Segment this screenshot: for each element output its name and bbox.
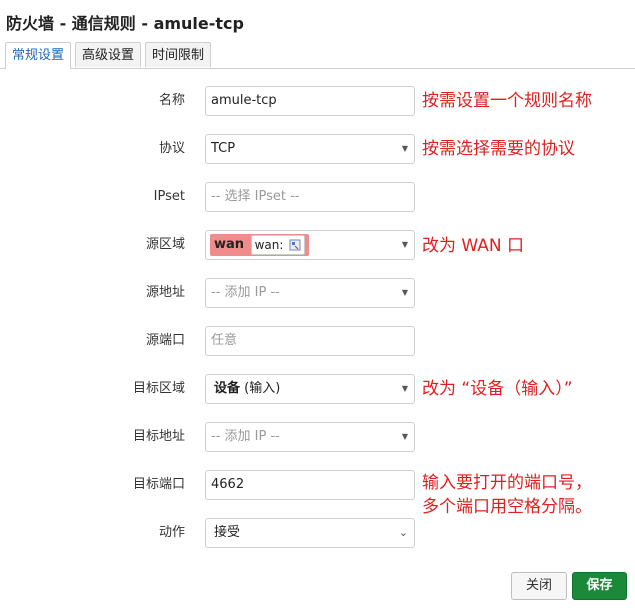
src-port-label: 源端口 bbox=[145, 333, 185, 348]
chevron-down-icon: ▼ bbox=[401, 240, 408, 249]
dest-zone-sub: (输入) bbox=[244, 381, 281, 396]
zone-name: wan bbox=[214, 237, 245, 252]
src-addr-select[interactable]: -- 添加 IP -- ▼ bbox=[205, 278, 415, 308]
action-label: 动作 bbox=[158, 525, 185, 540]
note-protocol: 按需选择需要的协议 bbox=[422, 139, 575, 159]
tab-time-restriction[interactable]: 时间限制 bbox=[145, 42, 212, 67]
save-button[interactable]: 保存 bbox=[572, 572, 627, 600]
note-src-zone: 改为 WAN 口 bbox=[422, 236, 525, 256]
dest-port-label: 目标端口 bbox=[132, 477, 185, 492]
network-icon bbox=[289, 239, 301, 251]
ipset-select[interactable]: -- 选择 IPset -- bbox=[205, 182, 415, 212]
zone-interface-label: wan: bbox=[254, 238, 284, 252]
protocol-value: TCP bbox=[211, 141, 236, 156]
chevron-down-icon: ▼ bbox=[401, 288, 408, 297]
dest-port-value: 4662 bbox=[211, 477, 245, 492]
chevron-down-icon: ▼ bbox=[401, 144, 408, 153]
note-dest-port-line1: 输入要打开的端口号， bbox=[422, 473, 592, 493]
tab-bar: 常规设置 高级设置 时间限制 bbox=[0, 42, 635, 69]
src-addr-placeholder: -- 添加 IP -- bbox=[211, 285, 280, 300]
src-zone-select[interactable]: wan wan: ▼ bbox=[205, 230, 415, 260]
tab-general[interactable]: 常规设置 bbox=[5, 42, 72, 69]
name-label: 名称 bbox=[158, 93, 185, 108]
src-port-placeholder: 任意 bbox=[211, 333, 238, 348]
protocol-label: 协议 bbox=[158, 141, 185, 156]
src-port-input[interactable]: 任意 bbox=[205, 326, 415, 356]
name-value: amule-tcp bbox=[211, 93, 277, 108]
page-title: 防火墙 - 通信规则 - amule-tcp bbox=[6, 14, 244, 33]
ipset-label: IPset bbox=[153, 189, 185, 204]
name-input[interactable]: amule-tcp bbox=[205, 86, 415, 116]
note-dest-port-line2: 多个端口用空格分隔。 bbox=[422, 497, 592, 517]
src-addr-label: 源地址 bbox=[145, 285, 185, 300]
close-button[interactable]: 关闭 bbox=[511, 572, 567, 600]
dest-port-input[interactable]: 4662 bbox=[205, 470, 415, 500]
chevron-down-icon: ▼ bbox=[401, 384, 408, 393]
ipset-placeholder: -- 选择 IPset -- bbox=[211, 189, 300, 204]
zone-badge-wan: wan wan: bbox=[210, 234, 310, 256]
action-select[interactable]: 接受 ⌄ bbox=[205, 518, 415, 548]
zone-interface: wan: bbox=[250, 235, 306, 255]
chevron-down-icon: ⌄ bbox=[398, 526, 408, 539]
dest-zone-value: 设备 bbox=[214, 381, 241, 396]
dest-addr-select[interactable]: -- 添加 IP -- ▼ bbox=[205, 422, 415, 452]
note-name: 按需设置一个规则名称 bbox=[422, 91, 592, 111]
dest-zone-select[interactable]: 设备 (输入) ▼ bbox=[205, 374, 415, 404]
protocol-select[interactable]: TCP ▼ bbox=[205, 134, 415, 164]
dest-addr-placeholder: -- 添加 IP -- bbox=[211, 429, 280, 444]
dest-addr-label: 目标地址 bbox=[132, 429, 185, 444]
action-value: 接受 bbox=[214, 525, 241, 540]
tab-advanced[interactable]: 高级设置 bbox=[75, 42, 142, 67]
src-zone-label: 源区域 bbox=[145, 237, 185, 252]
chevron-down-icon: ▼ bbox=[401, 432, 408, 441]
note-dest-zone: 改为 “设备（输入）” bbox=[422, 379, 573, 399]
dest-zone-label: 目标区域 bbox=[132, 381, 185, 396]
